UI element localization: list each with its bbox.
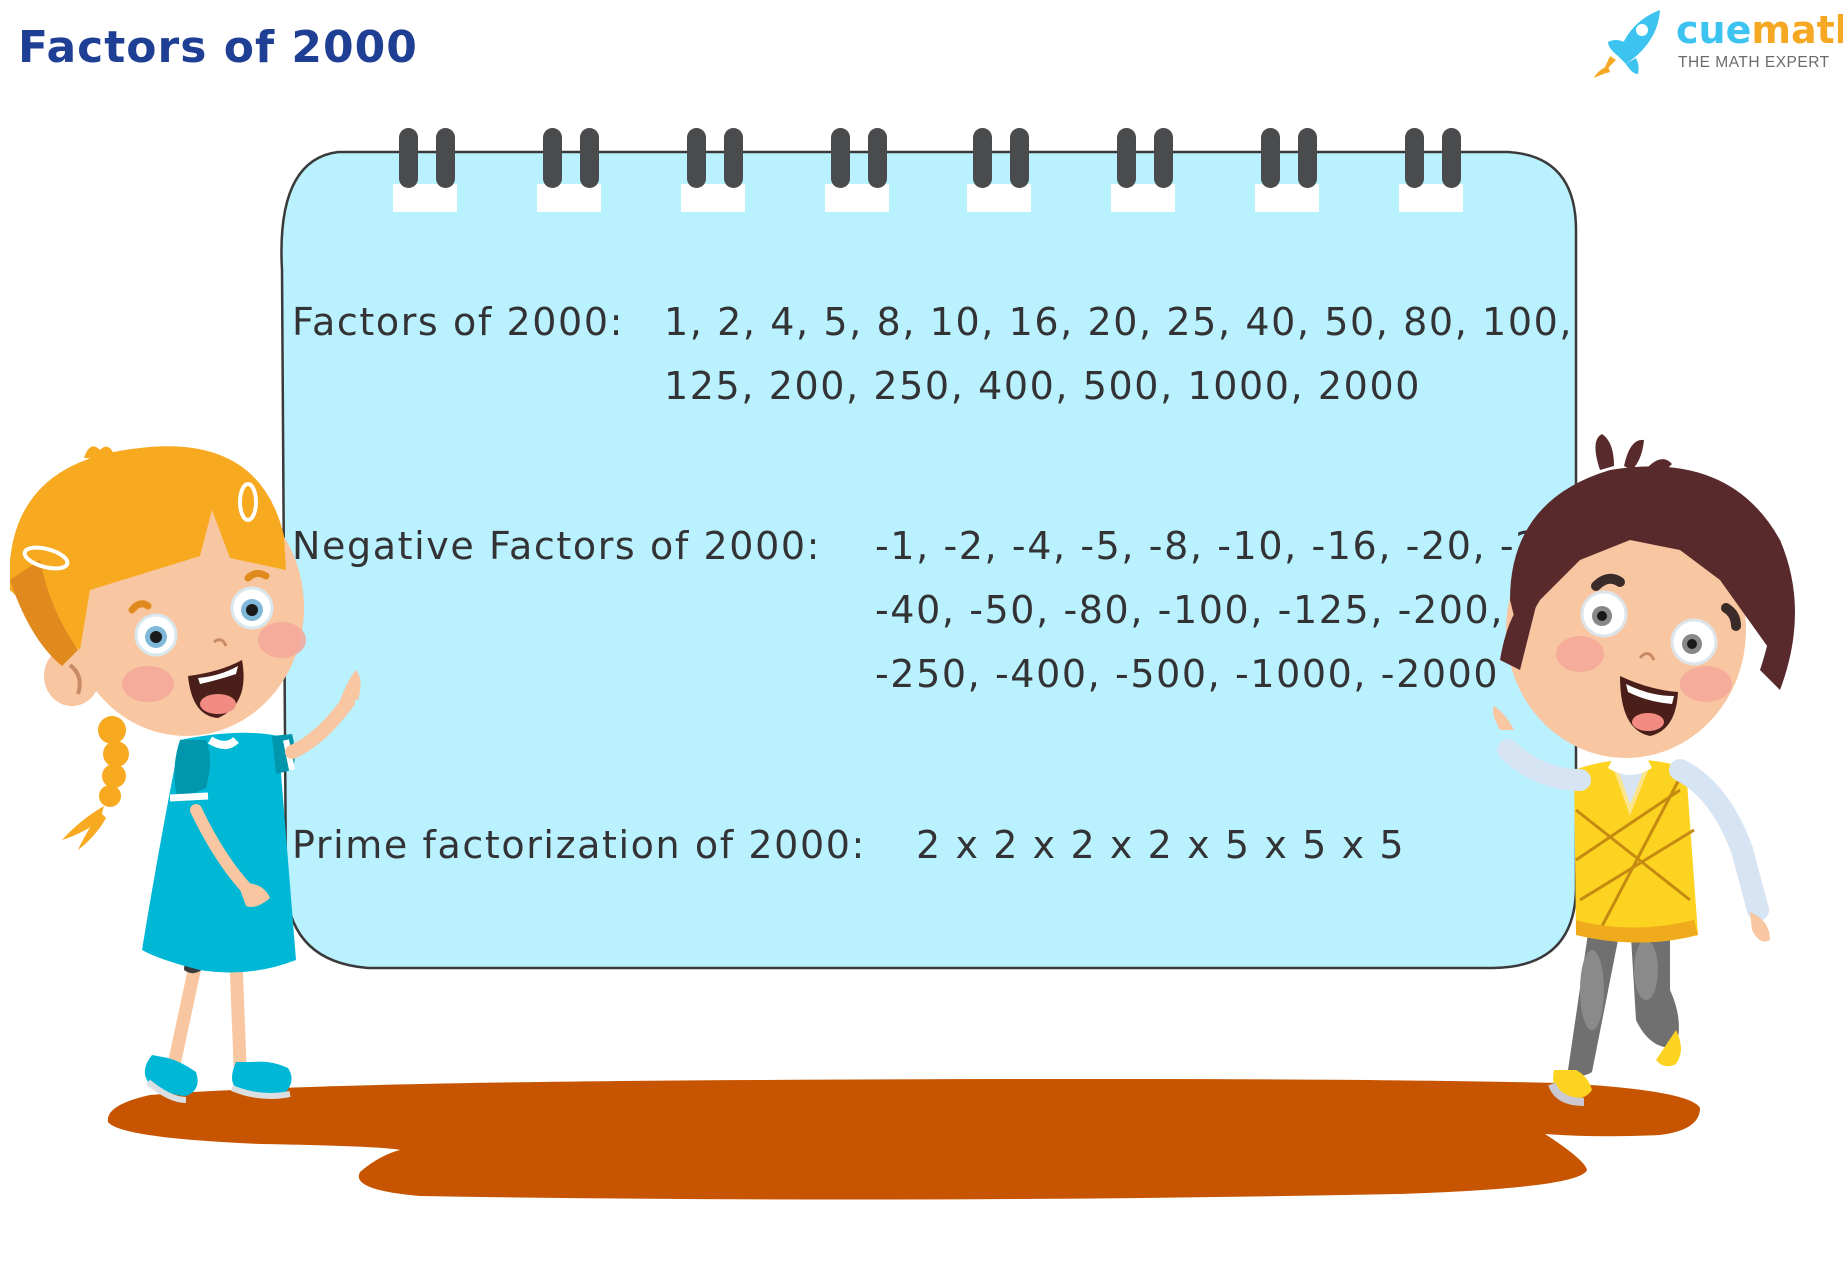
ring-loop (687, 128, 706, 188)
cuemath-logo[interactable]: cuemath THE MATH EXPERT (1588, 2, 1843, 82)
binder-ring (681, 128, 745, 212)
ring-loop (1117, 128, 1136, 188)
rocket-icon (1594, 10, 1660, 78)
ring-loop (1261, 128, 1280, 188)
ring-hole (1255, 184, 1319, 212)
binder-ring (393, 128, 457, 212)
ring-loop (1010, 128, 1029, 188)
ring-hole (1111, 184, 1175, 212)
page-title: Factors of 2000 (18, 22, 418, 73)
ring-loop (1154, 128, 1173, 188)
ring-hole (393, 184, 457, 212)
binder-ring (537, 128, 601, 212)
ring-loop (1405, 128, 1424, 188)
ring-loop (580, 128, 599, 188)
logo-tagline: THE MATH EXPERT (1678, 54, 1830, 71)
logo-math-text: math (1751, 8, 1843, 52)
binder-ring (1111, 128, 1175, 212)
ring-hole (1399, 184, 1463, 212)
ring-loop (399, 128, 418, 188)
ring-loop (831, 128, 850, 188)
factors-line-2: 125, 200, 250, 400, 500, 1000, 2000 (664, 364, 1422, 408)
girl-character (10, 446, 361, 1103)
ring-hole (825, 184, 889, 212)
binder-ring (967, 128, 1031, 212)
binder-ring (825, 128, 889, 212)
ring-loop (1298, 128, 1317, 188)
ring-loop (724, 128, 743, 188)
prime-factorization-expression: 2 x 2 x 2 x 2 x 5 x 5 x 5 (916, 823, 1406, 867)
ring-loop (868, 128, 887, 188)
boy-character (1492, 434, 1795, 1106)
logo-wordmark: cuemath (1676, 8, 1843, 52)
ring-hole (967, 184, 1031, 212)
ring-loop (543, 128, 562, 188)
negative-factors-line-2: -40, -50, -80, -100, -125, -200, (875, 588, 1504, 632)
binder-ring (1399, 128, 1463, 212)
ring-loop (973, 128, 992, 188)
negative-factors-line-3: -250, -400, -500, -1000, -2000 (875, 652, 1500, 696)
negative-factors-line-1: -1, -2, -4, -5, -8, -10, -16, -20, -25, (875, 524, 1581, 568)
ring-hole (681, 184, 745, 212)
ring-loop (436, 128, 455, 188)
factors-line-1: 1, 2, 4, 5, 8, 10, 16, 20, 25, 40, 50, 8… (664, 300, 1574, 344)
binder-ring (1255, 128, 1319, 212)
ring-loop (1442, 128, 1461, 188)
ring-hole (537, 184, 601, 212)
factors-label: Factors of 2000: (292, 300, 625, 344)
logo-cue-text: cue (1676, 8, 1752, 52)
